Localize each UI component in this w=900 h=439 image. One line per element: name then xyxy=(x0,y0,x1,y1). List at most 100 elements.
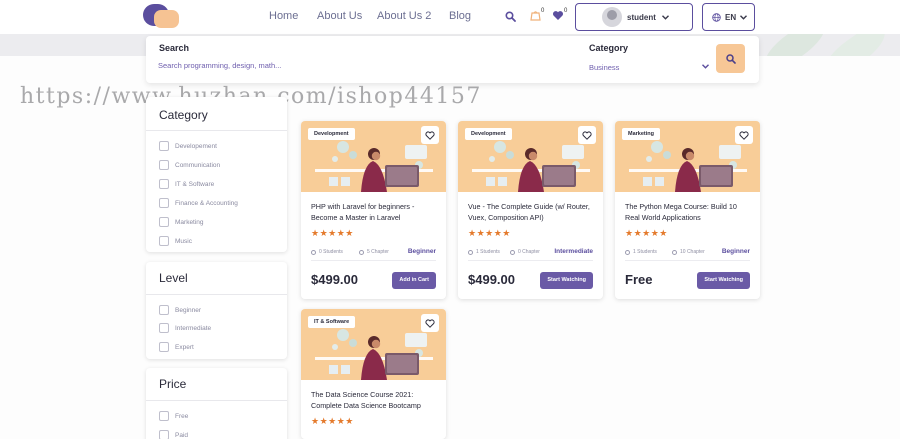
add-to-cart-button[interactable]: Add in Cart xyxy=(392,272,436,289)
course-title[interactable]: Vue - The Complete Guide (w/ Router, Vue… xyxy=(468,201,593,223)
search-icon[interactable] xyxy=(505,11,516,22)
avatar xyxy=(602,7,622,27)
checkbox[interactable] xyxy=(159,198,169,208)
book-icon xyxy=(510,249,515,255)
course-category-tag: Development xyxy=(465,128,512,140)
search-input[interactable] xyxy=(158,59,458,71)
nav-home-link[interactable]: Home xyxy=(269,10,298,22)
site-logo[interactable] xyxy=(143,4,179,28)
filter-option-label: Expert xyxy=(175,343,194,351)
user-icon xyxy=(625,249,630,255)
nav-blog-link[interactable]: Blog xyxy=(449,10,471,22)
filter-option-label: Communication xyxy=(175,161,221,169)
price-filter: Price Free Paid xyxy=(146,368,287,439)
course-price: Free xyxy=(625,272,653,287)
filter-option[interactable]: Paid xyxy=(159,430,188,439)
nav-about-us-link[interactable]: About Us xyxy=(317,10,362,22)
wishlist-button[interactable] xyxy=(578,126,596,144)
checkbox[interactable] xyxy=(159,179,169,189)
checkbox[interactable] xyxy=(159,217,169,227)
course-level: Beginner xyxy=(407,248,436,255)
filter-option-label: Finance & Accounting xyxy=(175,199,238,207)
filter-option[interactable]: Developement xyxy=(159,141,217,151)
course-price: $499.00 xyxy=(311,272,358,287)
filter-option[interactable]: Marketing xyxy=(159,217,204,227)
filter-option[interactable]: Music xyxy=(159,236,192,246)
wishlist-button[interactable] xyxy=(421,314,439,332)
filter-option-label: Developement xyxy=(175,142,217,150)
heart-icon xyxy=(425,318,435,328)
checkbox[interactable] xyxy=(159,141,169,151)
course-card[interactable]: Development Vue - The Complete Guide (w/… xyxy=(458,121,603,299)
filter-option-label: IT & Software xyxy=(175,180,215,188)
book-icon xyxy=(359,249,364,255)
heart-icon xyxy=(582,130,592,140)
filter-option[interactable]: Free xyxy=(159,411,188,421)
filter-option-label: Free xyxy=(175,412,189,420)
filter-option[interactable]: Finance & Accounting xyxy=(159,198,238,208)
category-filter-title: Category xyxy=(159,108,208,122)
category-filter: Category Developement Communication IT &… xyxy=(146,97,287,252)
filter-option[interactable]: Beginner xyxy=(159,305,201,315)
checkbox[interactable] xyxy=(159,342,169,352)
course-search-panel: Search Category Business xyxy=(146,36,759,83)
rating-stars: ★★★★★ xyxy=(311,416,354,426)
filter-option[interactable]: IT & Software xyxy=(159,179,214,189)
wishlist-button[interactable] xyxy=(421,126,439,144)
user-icon xyxy=(468,249,473,255)
cart-count: 0 xyxy=(541,8,545,14)
filter-option[interactable]: Expert xyxy=(159,342,194,352)
course-level: Intermediate xyxy=(554,248,593,255)
course-card[interactable]: IT & Software The Data Science Course 20… xyxy=(301,309,446,439)
rating-stars: ★★★★★ xyxy=(311,228,354,238)
top-navbar: Home About Us About Us 2 Blog 0 0 studen… xyxy=(0,0,900,34)
chevron-down-icon xyxy=(740,14,748,20)
start-watching-button[interactable]: Start Watching xyxy=(697,272,750,289)
decorative-leaf xyxy=(818,34,892,56)
filter-option-label: Intermediate xyxy=(175,324,212,332)
category-select[interactable]: Business xyxy=(589,63,619,72)
checkbox[interactable] xyxy=(159,305,169,315)
course-category-tag: Development xyxy=(308,128,355,140)
wishlist-button[interactable] xyxy=(735,126,753,144)
course-title[interactable]: The Python Mega Course: Build 10 Real Wo… xyxy=(625,201,750,223)
search-button[interactable] xyxy=(716,44,745,73)
course-category-tag: IT & Software xyxy=(308,316,356,328)
chapter-count: 10 Chapter xyxy=(672,249,705,255)
checkbox[interactable] xyxy=(159,411,169,421)
course-card[interactable]: Development PHP with Laravel for beginne… xyxy=(301,121,446,299)
students-count: 0 Students xyxy=(311,249,343,255)
level-filter-title: Level xyxy=(159,271,188,285)
cart-icon[interactable] xyxy=(530,10,541,21)
filter-option-label: Paid xyxy=(175,431,189,439)
course-category-tag: Marketing xyxy=(622,128,660,140)
language-selector[interactable]: EN xyxy=(702,3,755,31)
filter-option-label: Marketing xyxy=(175,218,204,226)
decorative-leaf xyxy=(758,34,832,56)
checkbox[interactable] xyxy=(159,236,169,246)
chapter-count: 0 Chapter xyxy=(510,249,540,255)
wishlist-heart-icon[interactable] xyxy=(552,10,564,21)
heart-icon xyxy=(739,130,749,140)
filter-option-label: Music xyxy=(175,237,192,245)
course-card[interactable]: Marketing The Python Mega Course: Build … xyxy=(615,121,760,299)
students-count: 1 Students xyxy=(625,249,657,255)
search-icon xyxy=(725,53,736,64)
globe-icon xyxy=(712,12,721,22)
start-watching-button[interactable]: Start Watching xyxy=(540,272,593,289)
filter-option[interactable]: Communication xyxy=(159,160,220,170)
checkbox[interactable] xyxy=(159,323,169,333)
course-price: $499.00 xyxy=(468,272,515,287)
filter-option[interactable]: Intermediate xyxy=(159,323,211,333)
nav-about-us-2-link[interactable]: About Us 2 xyxy=(377,10,431,22)
user-menu-button[interactable]: student xyxy=(575,3,693,31)
user-icon xyxy=(311,249,316,255)
language-label: EN xyxy=(725,12,737,22)
checkbox[interactable] xyxy=(159,160,169,170)
course-level: Beginner xyxy=(721,248,750,255)
chevron-down-icon[interactable] xyxy=(702,64,709,69)
course-title[interactable]: The Data Science Course 2021: Complete D… xyxy=(311,389,436,411)
chapter-count: 5 Chapter xyxy=(359,249,389,255)
course-title[interactable]: PHP with Laravel for beginners - Become … xyxy=(311,201,436,223)
checkbox[interactable] xyxy=(159,430,169,439)
